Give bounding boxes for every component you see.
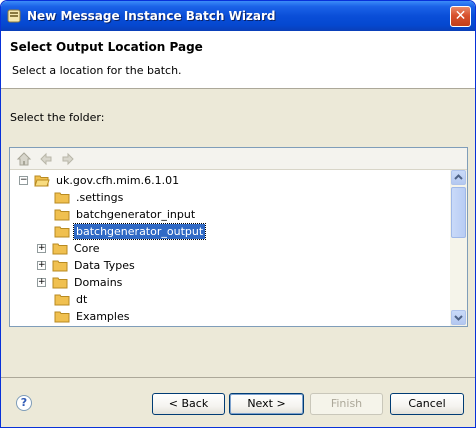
window-title: New Message Instance Batch Wizard — [27, 9, 276, 23]
tree-node-label: dt — [76, 293, 88, 306]
chevron-down-icon — [454, 315, 463, 321]
wizard-window: New Message Instance Batch Wizard ✕ Sele… — [0, 0, 476, 428]
title-bar[interactable]: New Message Instance Batch Wizard ✕ — [1, 1, 475, 31]
scroll-up-button[interactable] — [451, 170, 466, 185]
tree-node-label: Core — [74, 242, 100, 255]
eclipse-app-icon — [7, 9, 21, 23]
tree-node-label: uk.gov.cfh.mim.6.1.01 — [56, 174, 180, 187]
folder-icon — [54, 192, 70, 204]
back-button[interactable]: < Back — [152, 393, 225, 415]
folder-tree[interactable]: − uk.gov.cfh.mim.6.1.01 .settings batchg… — [10, 170, 450, 326]
finish-button[interactable]: Finish — [310, 393, 383, 415]
vertical-scrollbar[interactable] — [450, 170, 467, 326]
folder-label: Select the folder: — [10, 111, 105, 124]
help-icon[interactable]: ? — [16, 395, 32, 411]
home-icon[interactable] — [16, 151, 32, 167]
tree-node-label: .settings — [76, 191, 124, 204]
page-description: Select a location for the batch. — [12, 64, 182, 77]
tree-node-core[interactable]: + Core — [37, 240, 101, 257]
scroll-thumb[interactable] — [451, 187, 466, 238]
expand-icon[interactable]: + — [37, 278, 46, 287]
forward-arrow-icon[interactable] — [60, 151, 76, 167]
scroll-down-button[interactable] — [451, 310, 466, 325]
tree-node-dt[interactable]: dt — [54, 291, 89, 308]
tree-node-label: Domains — [74, 276, 123, 289]
folder-icon — [52, 277, 68, 289]
tree-node-settings[interactable]: .settings — [54, 189, 125, 206]
folder-icon — [54, 209, 70, 221]
tree-node-label: Data Types — [74, 259, 135, 272]
folder-icon — [54, 294, 70, 306]
tree-node-label-selected: batchgenerator_output — [72, 223, 207, 240]
folder-tree-panel: − uk.gov.cfh.mim.6.1.01 .settings batchg… — [9, 147, 468, 327]
tree-node-root[interactable]: − uk.gov.cfh.mim.6.1.01 — [19, 172, 181, 189]
tree-toolbar — [10, 148, 467, 170]
back-arrow-icon[interactable] — [38, 151, 54, 167]
folder-icon — [52, 243, 68, 255]
next-button[interactable]: Next > — [229, 393, 304, 415]
folder-icon — [54, 311, 70, 323]
expand-icon[interactable]: + — [37, 261, 46, 270]
tree-node-examples[interactable]: Examples — [54, 308, 131, 325]
tree-node-label: Examples — [76, 310, 130, 323]
tree-node-batchgenerator-input[interactable]: batchgenerator_input — [54, 206, 197, 223]
footer-divider — [1, 377, 475, 378]
page-header: Select Output Location Page Select a loc… — [1, 31, 475, 89]
page-title: Select Output Location Page — [10, 40, 203, 54]
tree-node-batchgenerator-output[interactable]: batchgenerator_output — [54, 223, 207, 240]
folder-icon — [54, 226, 70, 238]
folder-icon — [52, 260, 68, 272]
tree-node-label: batchgenerator_input — [76, 208, 196, 221]
open-folder-icon — [34, 175, 50, 187]
close-button[interactable]: ✕ — [450, 6, 471, 27]
expand-icon[interactable]: + — [37, 244, 46, 253]
collapse-icon[interactable]: − — [19, 176, 28, 185]
chevron-up-icon — [454, 174, 463, 180]
tree-node-domains[interactable]: + Domains — [37, 274, 124, 291]
cancel-button[interactable]: Cancel — [390, 393, 464, 415]
tree-node-data-types[interactable]: + Data Types — [37, 257, 137, 274]
